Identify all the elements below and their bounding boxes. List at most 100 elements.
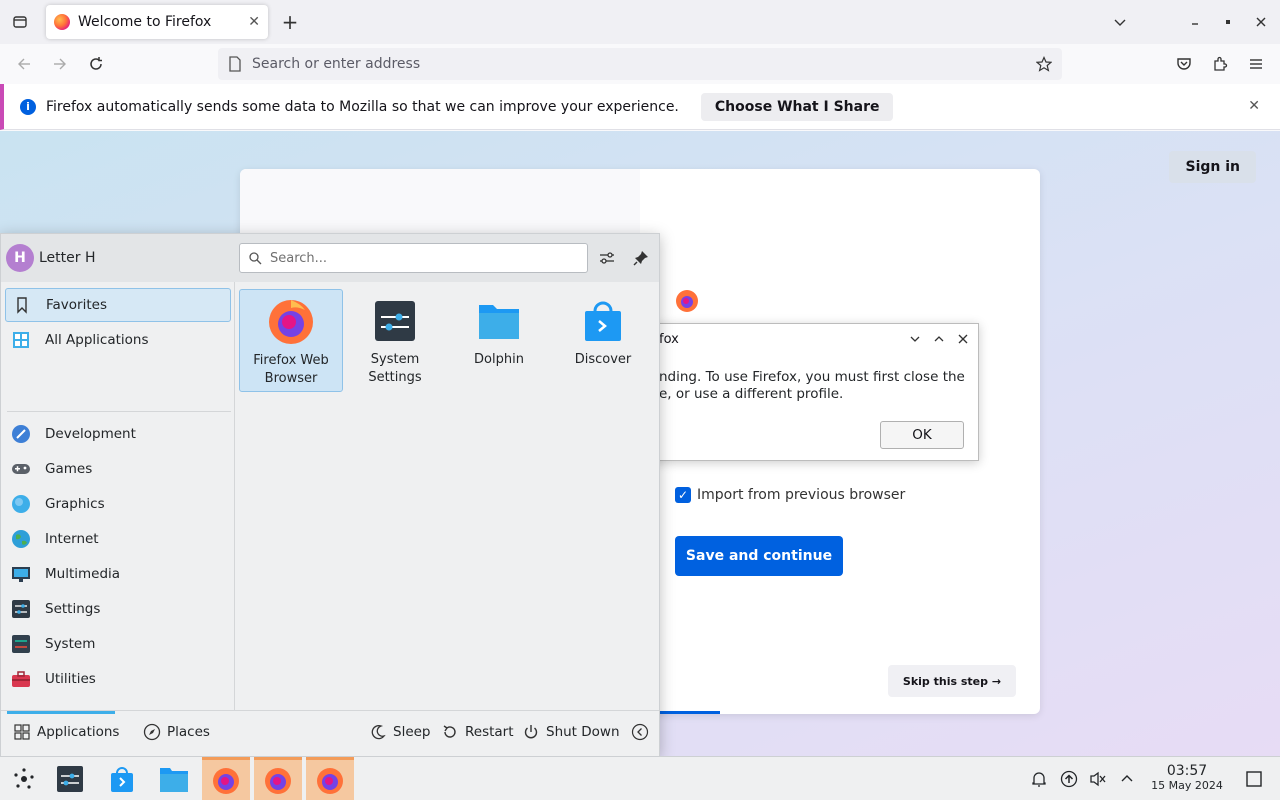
clock-time: 03:57 bbox=[1166, 763, 1208, 779]
taskbar-dolphin[interactable] bbox=[150, 757, 198, 800]
restart-button[interactable]: Restart bbox=[441, 723, 514, 741]
dialog-message: nding. To use Firefox, you must first cl… bbox=[659, 369, 965, 402]
more-session-options-button[interactable] bbox=[631, 723, 655, 741]
taskbar-system-settings[interactable] bbox=[46, 757, 94, 800]
firefox-icon bbox=[269, 300, 313, 344]
sidebar-item-label: Graphics bbox=[45, 496, 105, 512]
sidebar-item-label: Favorites bbox=[46, 297, 107, 313]
reload-button[interactable] bbox=[84, 52, 108, 76]
chevron-down-icon bbox=[1114, 19, 1126, 26]
volume-tray-button[interactable] bbox=[1087, 768, 1109, 790]
show-hidden-icons-button[interactable] bbox=[1116, 768, 1138, 790]
navigation-toolbar bbox=[0, 44, 1280, 84]
close-notification-icon[interactable]: ✕ bbox=[1248, 98, 1260, 114]
arrow-left-icon bbox=[18, 58, 30, 70]
taskbar-firefox-window-3[interactable] bbox=[306, 757, 354, 800]
digital-clock[interactable]: 03:57 15 May 2024 bbox=[1140, 763, 1234, 792]
dialog-maximize-button[interactable] bbox=[930, 330, 948, 348]
import-option[interactable]: ✓ Import from previous browser bbox=[675, 487, 905, 503]
sidebar-item-label: All Applications bbox=[45, 332, 149, 348]
sidebar-item-graphics[interactable]: Graphics bbox=[5, 487, 231, 521]
chevron-down-icon bbox=[910, 336, 920, 342]
maximize-window-button[interactable] bbox=[1216, 10, 1240, 34]
close-window-button[interactable] bbox=[1249, 10, 1273, 34]
pin-launcher-button[interactable] bbox=[629, 246, 653, 270]
application-launcher-button[interactable] bbox=[0, 757, 48, 800]
dialog-ok-button[interactable]: OK bbox=[880, 421, 964, 449]
sidebar-item-label: Games bbox=[45, 461, 93, 477]
sidebar-item-favorites[interactable]: Favorites bbox=[5, 288, 231, 322]
configure-launcher-button[interactable] bbox=[595, 246, 619, 270]
new-tab-button[interactable]: + bbox=[278, 10, 302, 34]
import-checkbox[interactable]: ✓ bbox=[675, 487, 691, 503]
close-tab-icon[interactable]: ✕ bbox=[248, 14, 260, 30]
address-input[interactable] bbox=[252, 56, 1034, 72]
app-menu-button[interactable] bbox=[1244, 52, 1268, 76]
restart-icon bbox=[443, 725, 456, 738]
sliders-icon bbox=[600, 252, 614, 264]
app-dolphin[interactable]: Dolphin bbox=[447, 289, 551, 392]
firefox-view-icon bbox=[13, 16, 27, 28]
app-firefox[interactable]: Firefox Web Browser bbox=[239, 289, 343, 392]
development-icon bbox=[12, 425, 30, 443]
sleep-button[interactable]: Sleep bbox=[369, 723, 431, 741]
gamepad-icon bbox=[12, 464, 30, 474]
list-all-tabs-button[interactable] bbox=[1108, 10, 1132, 34]
bookmark-star-button[interactable] bbox=[1034, 54, 1054, 74]
launcher-header: H Letter H bbox=[1, 234, 659, 282]
sidebar-item-multimedia[interactable]: Multimedia bbox=[5, 557, 231, 591]
sign-in-button[interactable]: Sign in bbox=[1169, 151, 1256, 183]
grid-icon bbox=[13, 332, 29, 348]
hamburger-icon bbox=[1250, 59, 1262, 69]
pin-icon bbox=[633, 251, 648, 266]
launcher-search-input[interactable] bbox=[270, 250, 587, 266]
sidebar-item-settings[interactable]: Settings bbox=[5, 592, 231, 626]
taskbar-firefox-window-1[interactable] bbox=[202, 757, 250, 800]
update-icon bbox=[1060, 770, 1078, 788]
app-discover[interactable]: Discover bbox=[551, 289, 655, 392]
choose-what-i-share-button[interactable]: Choose What I Share bbox=[700, 92, 894, 121]
firefox-icon bbox=[213, 767, 239, 794]
sidebar-item-development[interactable]: Development bbox=[5, 417, 231, 451]
app-system-settings[interactable]: System Settings bbox=[343, 289, 447, 392]
updates-tray-button[interactable] bbox=[1058, 768, 1080, 790]
sidebar-item-games[interactable]: Games bbox=[5, 452, 231, 486]
power-icon bbox=[524, 725, 538, 739]
onboarding-progress-indicator bbox=[658, 711, 720, 714]
launcher-search-field[interactable] bbox=[239, 243, 588, 273]
shutdown-button[interactable]: Shut Down bbox=[522, 723, 620, 741]
tab-welcome[interactable]: Welcome to Firefox ✕ bbox=[46, 5, 268, 39]
firefox-view-button[interactable] bbox=[8, 10, 32, 34]
search-icon bbox=[249, 252, 262, 265]
notification-message: Firefox automatically sends some data to… bbox=[46, 98, 679, 115]
dialog-minimize-button[interactable] bbox=[906, 330, 924, 348]
chevron-left-circle-icon bbox=[631, 723, 649, 741]
save-and-continue-button[interactable]: Save and continue bbox=[675, 536, 843, 576]
tab-applications[interactable]: Applications bbox=[13, 723, 119, 741]
pocket-button[interactable] bbox=[1172, 52, 1196, 76]
settings-icon bbox=[12, 600, 30, 618]
skip-step-button[interactable]: Skip this step → bbox=[888, 665, 1016, 697]
forward-button[interactable] bbox=[48, 52, 72, 76]
avatar[interactable]: H bbox=[6, 244, 34, 272]
shopping-bag-icon bbox=[111, 767, 133, 792]
tab-label: Applications bbox=[37, 724, 120, 740]
minimize-window-button[interactable] bbox=[1183, 10, 1207, 34]
show-desktop-button[interactable] bbox=[1243, 768, 1265, 790]
tab-places[interactable]: Places bbox=[143, 723, 210, 741]
taskbar-discover[interactable] bbox=[98, 757, 146, 800]
app-label: Discover bbox=[574, 352, 632, 367]
dialog-close-button[interactable] bbox=[954, 330, 972, 348]
sidebar-item-utilities[interactable]: Utilities bbox=[5, 662, 231, 696]
notifications-tray-button[interactable] bbox=[1028, 768, 1050, 790]
back-button[interactable] bbox=[12, 52, 36, 76]
taskbar-firefox-window-2[interactable] bbox=[254, 757, 302, 800]
sidebar-item-all-applications[interactable]: All Applications bbox=[5, 323, 231, 357]
sidebar-item-internet[interactable]: Internet bbox=[5, 522, 231, 556]
url-bar[interactable] bbox=[218, 48, 1062, 80]
app-label: Firefox Web Browser bbox=[253, 353, 329, 386]
sidebar-item-label: Utilities bbox=[45, 671, 96, 687]
extensions-button[interactable] bbox=[1208, 52, 1232, 76]
data-collection-notification: i Firefox automatically sends some data … bbox=[0, 84, 1280, 130]
sidebar-item-system[interactable]: System bbox=[5, 627, 231, 661]
